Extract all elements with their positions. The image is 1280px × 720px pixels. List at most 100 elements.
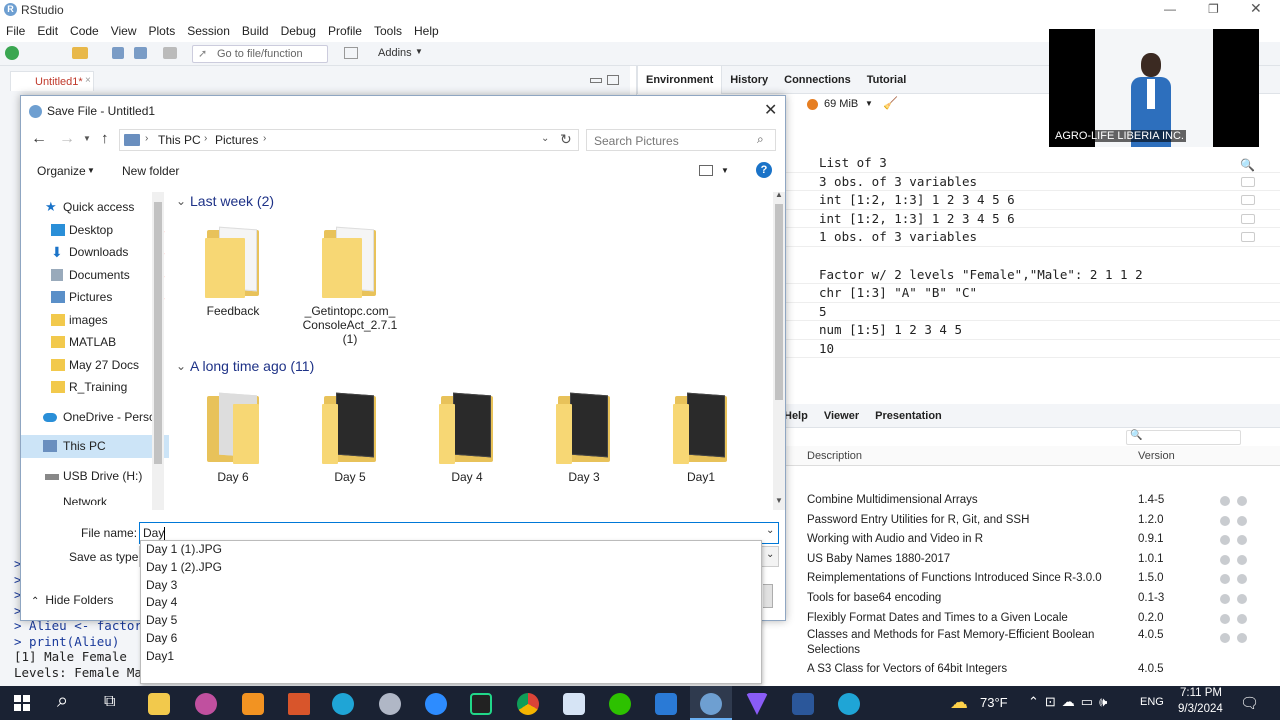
close-window-icon[interactable]: ✕ (1250, 0, 1262, 17)
menu-edit[interactable]: Edit (31, 24, 64, 38)
edge-icon[interactable] (838, 693, 860, 715)
save-icon[interactable] (112, 47, 124, 59)
globe-icon[interactable] (1220, 496, 1230, 506)
env-row[interactable]: 3 obs. of 3 variables (777, 173, 1280, 191)
file-list-scrollbar[interactable]: ▲ ▼ (773, 190, 785, 510)
search-pictures-input[interactable]: Search Pictures ⌕ (586, 129, 776, 151)
system-tray-icons[interactable]: ⌃⊡☁▭🕪 (1028, 694, 1113, 710)
nav-network[interactable]: Network (21, 491, 169, 505)
tab-connections[interactable]: Connections (776, 66, 859, 94)
word-icon[interactable] (792, 693, 814, 715)
globe-icon[interactable] (1220, 515, 1230, 526)
grid-view-icon[interactable] (1241, 213, 1255, 224)
remove-icon[interactable] (1237, 574, 1247, 585)
edge-icon[interactable] (332, 693, 354, 715)
package-row[interactable]: Combine Multidimensional Arrays 1.4-5 (776, 491, 1280, 511)
save-button[interactable] (763, 584, 773, 608)
autocomplete-item[interactable]: Day 1 (2).JPG (141, 559, 761, 577)
menu-plots[interactable]: Plots (143, 24, 182, 38)
group-long-ago[interactable]: ⌄ A long time ago (11) (171, 355, 771, 377)
breadcrumb-pictures[interactable]: Pictures (215, 133, 258, 147)
menu-profile[interactable]: Profile (322, 24, 368, 38)
temperature[interactable]: 73°F (980, 695, 1008, 710)
remove-icon[interactable] (1237, 535, 1247, 546)
photos-icon[interactable] (655, 693, 677, 715)
print-icon[interactable] (163, 47, 177, 59)
refresh-icon[interactable]: ↻ (560, 131, 572, 148)
organize-button[interactable]: Organize (37, 164, 86, 178)
globe-icon[interactable] (1220, 535, 1230, 546)
menu-code[interactable]: Code (64, 24, 105, 38)
autocomplete-item[interactable]: Day 5 (141, 612, 761, 630)
scroll-up-icon[interactable]: ▲ (775, 190, 783, 199)
package-row[interactable]: Working with Audio and Video in R 0.9.1 (776, 530, 1280, 550)
view-options-icon[interactable] (699, 165, 713, 176)
grid-view-icon[interactable] (1241, 232, 1255, 242)
folder-item[interactable]: Day 4 (417, 392, 517, 484)
pycharm-icon[interactable] (470, 693, 492, 715)
tab-viewer[interactable]: Viewer (816, 404, 867, 428)
remove-icon[interactable] (1237, 613, 1247, 624)
minimize-icon[interactable]: — (1164, 2, 1176, 16)
search-icon[interactable]: ⌕ (57, 690, 68, 713)
packages-search-input[interactable]: 🔍 (1126, 430, 1241, 445)
weather-icon[interactable]: ☁ (950, 692, 968, 713)
tab-environment[interactable]: Environment (637, 65, 723, 94)
folder-item[interactable]: _Getintopc.com_ConsoleAct_2.7.1 (1) (300, 226, 400, 346)
folder-item[interactable]: Day 6 (183, 392, 283, 484)
menu-help[interactable]: Help (408, 24, 445, 38)
nav-r-training[interactable]: R_Training (21, 376, 169, 399)
menu-session[interactable]: Session (181, 24, 236, 38)
folder-item[interactable]: Day 5 (300, 392, 400, 484)
recent-chevron-icon[interactable]: ▼ (83, 134, 91, 143)
clock-date[interactable]: 9/3/2024 (1178, 703, 1223, 715)
package-row[interactable]: A S3 Class for Vectors of 64bit Integers… (776, 660, 1280, 680)
tab-close-icon[interactable]: × (85, 75, 91, 86)
autocomplete-item[interactable]: Day 4 (141, 594, 761, 612)
scroll-thumb[interactable] (154, 202, 162, 464)
new-folder-button[interactable]: New folder (122, 164, 179, 178)
folder-item[interactable]: Day 3 (534, 392, 634, 484)
nav-pictures[interactable]: Pictures📌 (21, 286, 169, 309)
nav-scrollbar[interactable] (152, 192, 164, 510)
windows-start-icon[interactable] (14, 695, 30, 711)
tab-tutorial[interactable]: Tutorial (859, 66, 915, 94)
autocomplete-item[interactable]: Day 6 (141, 630, 761, 648)
nav-desktop[interactable]: Desktop📌 (21, 219, 169, 242)
matlab-icon[interactable] (288, 693, 310, 715)
nav-downloads[interactable]: ⬇Downloads📌 (21, 241, 169, 264)
save-all-icon[interactable] (134, 47, 147, 59)
menu-tools[interactable]: Tools (368, 24, 408, 38)
nav-quick-access[interactable]: ★ Quick access (21, 196, 169, 219)
notifications-icon[interactable]: 🗨 (1240, 694, 1259, 712)
new-file-icon[interactable] (5, 46, 19, 60)
env-row[interactable]: 1 obs. of 3 variables (777, 228, 1280, 247)
save-as-type-dropdown-icon[interactable]: ⌄ (766, 549, 774, 560)
package-row[interactable]: Classes and Methods for Fast Memory-Effi… (776, 628, 1280, 644)
menu-file[interactable]: File (0, 24, 31, 38)
group-last-week[interactable]: ⌄ Last week (2) (171, 192, 787, 212)
env-row[interactable]: List of 3 🔍 (777, 154, 1280, 173)
env-row[interactable]: chr [1:3] "A" "B" "C" (777, 284, 1280, 303)
nav-documents[interactable]: Documents📌 (21, 264, 169, 287)
browser-icon[interactable] (195, 693, 217, 715)
vpn-icon[interactable] (746, 693, 768, 715)
env-row[interactable]: int [1:2, 1:3] 1 2 3 4 5 6 (777, 210, 1280, 228)
forward-arrow-icon[interactable]: → (59, 130, 75, 148)
autocomplete-item[interactable]: Day 3 (141, 577, 761, 595)
remove-icon[interactable] (1237, 496, 1247, 506)
remove-icon[interactable] (1237, 633, 1247, 644)
nav-this-pc[interactable]: This PC (21, 435, 169, 458)
breadcrumb[interactable]: › This PC › Pictures › ⌄ ↻ (119, 129, 579, 151)
remove-icon[interactable] (1237, 515, 1247, 526)
env-row[interactable]: 10 (777, 340, 1280, 358)
scroll-down-icon[interactable]: ▼ (775, 496, 783, 505)
globe-icon[interactable] (1220, 633, 1230, 644)
env-row[interactable]: 5 (777, 303, 1280, 321)
file-explorer-icon[interactable] (148, 693, 170, 715)
snipping-icon[interactable] (563, 693, 585, 715)
package-row[interactable]: Flexibly Format Dates and Times to a Giv… (776, 609, 1280, 629)
col-version[interactable]: Version (1138, 450, 1175, 462)
breadcrumb-this-pc[interactable]: This PC (158, 133, 201, 147)
view-chevron-icon[interactable]: ▼ (721, 166, 729, 175)
